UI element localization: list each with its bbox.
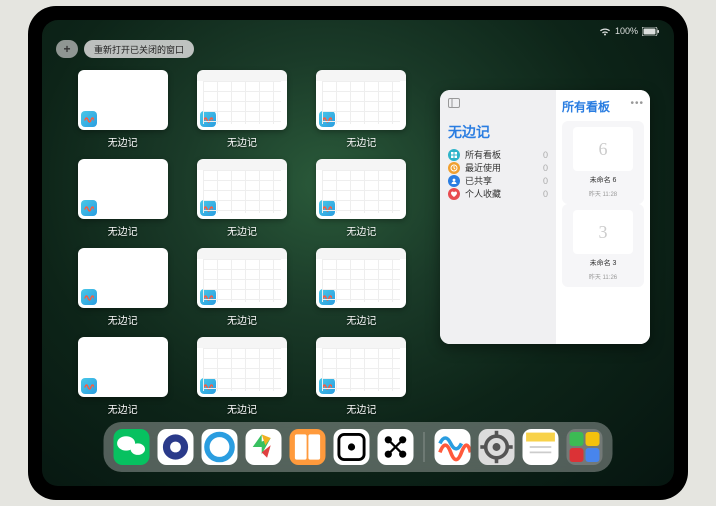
ipad-device-frame: 100% + 重新打开已关闭的窗口 无边记无边记无边记无边记无边记无边记无边记无…: [28, 6, 688, 500]
status-indicators: 100%: [599, 26, 660, 36]
heart-icon: [448, 188, 460, 200]
person-icon: [448, 175, 460, 187]
board-card[interactable]: 6 未命名 6 昨天 11:28: [562, 121, 644, 204]
sidebar-item-count: 0: [543, 189, 548, 199]
more-icon[interactable]: •••: [630, 98, 644, 109]
freeform-app-icon: [200, 111, 216, 127]
board-thumbnail: 3: [573, 210, 633, 254]
window-label: 无边记: [108, 312, 138, 327]
window-label: 无边记: [108, 401, 138, 416]
sidebar-item-count: 0: [543, 150, 548, 160]
window-label: 无边记: [346, 134, 376, 149]
freeform-app-icon: [200, 200, 216, 216]
window-thumbnail[interactable]: 无边记: [72, 248, 173, 327]
battery-icon: [642, 27, 660, 36]
status-bar: 100%: [42, 24, 674, 38]
dock-settings-icon[interactable]: [479, 429, 515, 465]
window-thumbnail[interactable]: 无边记: [72, 159, 173, 238]
sidebar-item-label: 已共享: [465, 174, 492, 187]
clock-icon: [448, 162, 460, 174]
panel-title: 无边记: [448, 122, 548, 142]
freeform-app-icon: [200, 378, 216, 394]
freeform-app-icon: [81, 200, 97, 216]
window-label: 无边记: [346, 223, 376, 238]
board-label: 未命名 3: [590, 258, 617, 268]
dock: [104, 422, 613, 472]
dock-books-icon[interactable]: [290, 429, 326, 465]
sidebar-toggle-icon[interactable]: [448, 98, 460, 108]
panel-right-title: 所有看板: [562, 98, 610, 115]
sidebar-item-count: 0: [543, 163, 548, 173]
panel-sidebar: 无边记 所有看板 0 最近使用 0 已共享 0 个人收藏 0: [440, 90, 556, 344]
dock-dots-icon[interactable]: [378, 429, 414, 465]
window-label: 无边记: [108, 134, 138, 149]
window-thumbnail[interactable]: 无边记: [311, 248, 412, 327]
screen: 100% + 重新打开已关闭的窗口 无边记无边记无边记无边记无边记无边记无边记无…: [42, 20, 674, 486]
battery-text: 100%: [615, 26, 638, 36]
freeform-app-icon: [319, 111, 335, 127]
window-thumbnail[interactable]: 无边记: [72, 337, 173, 416]
freeform-app-icon: [81, 111, 97, 127]
dock-quark-icon[interactable]: [158, 429, 194, 465]
freeform-app-icon: [200, 289, 216, 305]
sidebar-item[interactable]: 个人收藏 0: [448, 187, 548, 200]
window-label: 无边记: [346, 312, 376, 327]
sidebar-item[interactable]: 已共享 0: [448, 174, 548, 187]
dock-notes-icon[interactable]: [523, 429, 559, 465]
dock-separator: [424, 432, 425, 462]
wifi-icon: [599, 27, 611, 36]
window-thumbnail[interactable]: 无边记: [311, 70, 412, 149]
freeform-app-icon: [81, 289, 97, 305]
window-thumbnail[interactable]: 无边记: [72, 70, 173, 149]
dock-dice-icon[interactable]: [334, 429, 370, 465]
dock-wechat-icon[interactable]: [114, 429, 150, 465]
board-thumbnail: 6: [573, 127, 633, 171]
board-date: 昨天 11:26: [589, 272, 617, 281]
window-label: 无边记: [227, 401, 257, 416]
window-label: 无边记: [227, 134, 257, 149]
window-thumbnail[interactable]: 无边记: [191, 248, 292, 327]
dock-browser-icon[interactable]: [202, 429, 238, 465]
freeform-panel[interactable]: 无边记 所有看板 0 最近使用 0 已共享 0 个人收藏 0 所有看板 ••• 6 未命名 6 昨…: [440, 90, 650, 344]
board-label: 未命名 6: [590, 175, 617, 185]
window-label: 无边记: [108, 223, 138, 238]
sidebar-item-label: 最近使用: [465, 161, 501, 174]
grid-icon: [448, 149, 460, 161]
panel-toolbar: [448, 98, 548, 108]
window-label: 无边记: [227, 223, 257, 238]
sidebar-item[interactable]: 最近使用 0: [448, 161, 548, 174]
window-thumbnail[interactable]: 无边记: [311, 159, 412, 238]
freeform-app-icon: [81, 378, 97, 394]
freeform-app-icon: [319, 200, 335, 216]
board-date: 昨天 11:28: [589, 189, 617, 198]
panel-content: 所有看板 ••• 6 未命名 6 昨天 11:28 3 未命名 3 昨天 11:26: [556, 90, 650, 344]
window-thumbnail[interactable]: 无边记: [311, 337, 412, 416]
dock-play-icon[interactable]: [246, 429, 282, 465]
sidebar-item-count: 0: [543, 176, 548, 186]
board-card[interactable]: 3 未命名 3 昨天 11:26: [562, 204, 644, 287]
sidebar-item-label: 个人收藏: [465, 187, 501, 200]
window-label: 无边记: [227, 312, 257, 327]
add-window-button[interactable]: +: [56, 40, 78, 58]
freeform-app-icon: [319, 289, 335, 305]
dock-app-library-icon[interactable]: [567, 429, 603, 465]
window-label: 无边记: [346, 401, 376, 416]
sidebar-item-label: 所有看板: [465, 148, 501, 161]
window-grid: 无边记无边记无边记无边记无边记无边记无边记无边记无边记无边记无边记无边记: [72, 70, 412, 416]
top-controls: + 重新打开已关闭的窗口: [56, 40, 194, 58]
freeform-app-icon: [319, 378, 335, 394]
sidebar-item[interactable]: 所有看板 0: [448, 148, 548, 161]
window-thumbnail[interactable]: 无边记: [191, 337, 292, 416]
window-thumbnail[interactable]: 无边记: [191, 70, 292, 149]
reopen-closed-window-button[interactable]: 重新打开已关闭的窗口: [84, 40, 194, 58]
dock-freeform-icon[interactable]: [435, 429, 471, 465]
window-thumbnail[interactable]: 无边记: [191, 159, 292, 238]
